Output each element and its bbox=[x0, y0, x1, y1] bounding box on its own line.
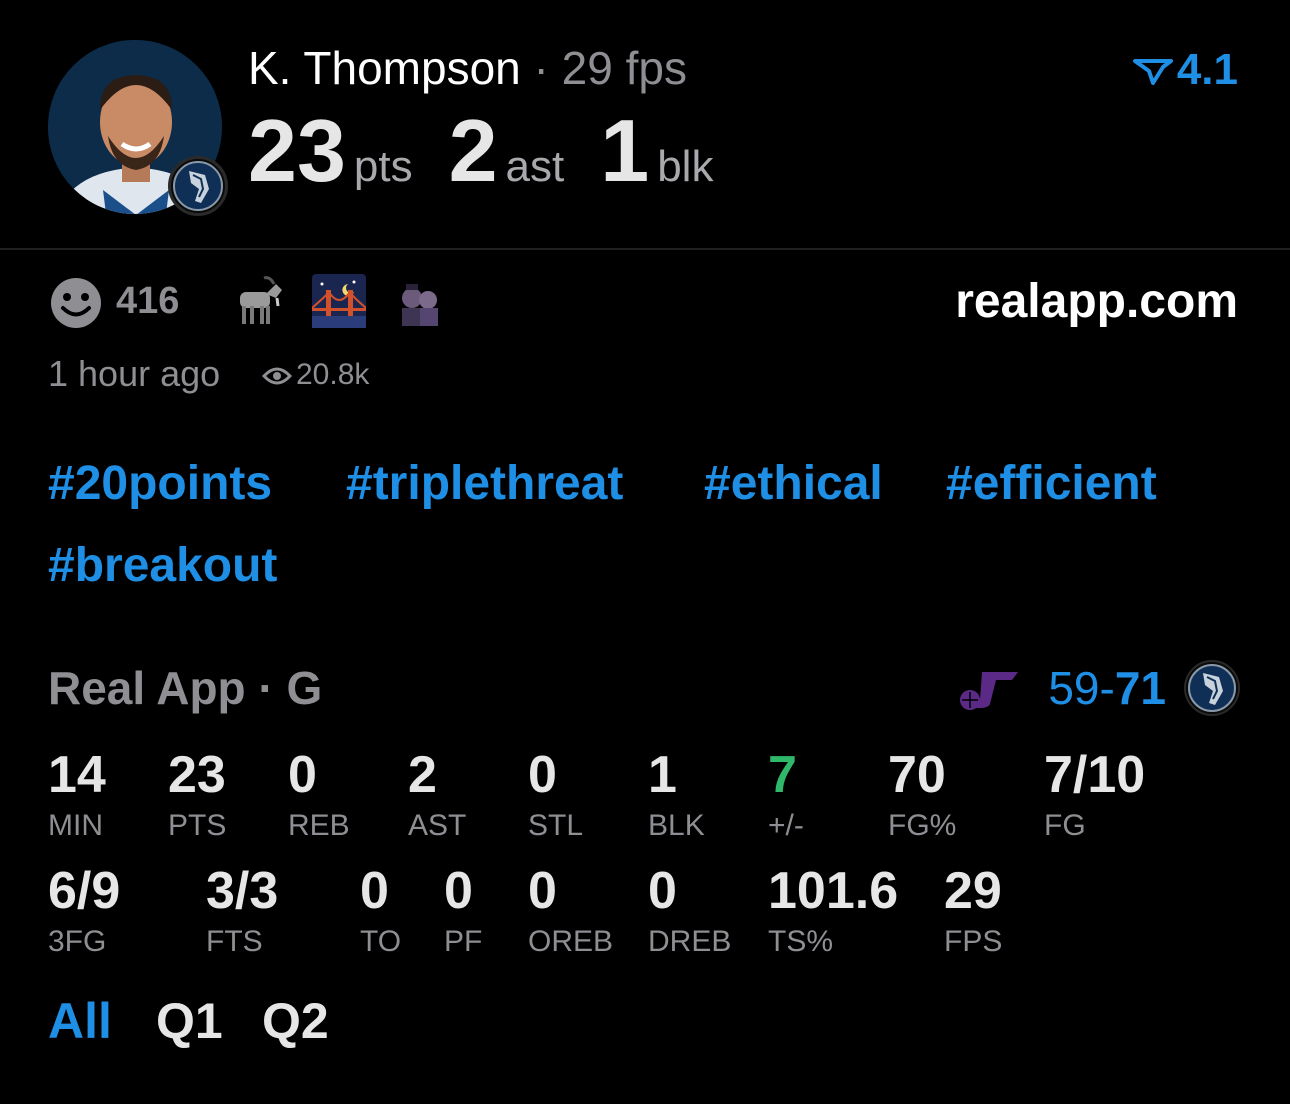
goat-emoji[interactable] bbox=[226, 274, 282, 328]
home-score: 71 bbox=[1114, 662, 1166, 714]
away-score: 59 bbox=[1048, 662, 1100, 714]
view-count: 20.8k bbox=[261, 356, 370, 394]
score-dash: - bbox=[1099, 662, 1115, 714]
stat-value-stl: 0 bbox=[528, 746, 557, 804]
view-count-value: 20.8k bbox=[296, 358, 370, 391]
hashtag[interactable]: #breakout bbox=[48, 538, 277, 594]
stat-label-plus-minus: +/- bbox=[768, 809, 804, 842]
hashtag[interactable]: #efficient bbox=[946, 456, 1157, 512]
stat-label-pf: PF bbox=[444, 925, 483, 958]
stat-value-blk: 1 bbox=[648, 746, 677, 804]
stat-label-to: TO bbox=[360, 925, 402, 958]
stat-value-fg: 7/10 bbox=[1044, 746, 1146, 804]
stat-label-dreb: DREB bbox=[648, 925, 732, 958]
rating-value: 4.1 bbox=[1176, 45, 1238, 94]
stat-label-fg-pct: FG% bbox=[888, 809, 957, 842]
stat-label-stl: STL bbox=[528, 809, 584, 842]
player-name[interactable]: K. Thompson bbox=[248, 42, 521, 94]
hashtag[interactable]: #ethical bbox=[704, 456, 883, 512]
stat-value-to: 0 bbox=[360, 862, 389, 920]
stat-value-fps: 29 bbox=[944, 862, 1002, 920]
headline-stat-value: 1 bbox=[600, 101, 650, 200]
stat-label-3fg: 3FG bbox=[48, 925, 107, 958]
tab-q2[interactable]: Q2 bbox=[262, 992, 329, 1050]
stat-label-fts: FTS bbox=[206, 925, 263, 958]
mavericks-logo-icon bbox=[1184, 660, 1240, 716]
stat-value-3fg: 6/9 bbox=[48, 862, 121, 920]
stat-label-fps: FPS bbox=[944, 925, 1003, 958]
stat-value-reb: 0 bbox=[288, 746, 317, 804]
stat-label-blk: BLK bbox=[648, 809, 705, 842]
league-position: Real App · G bbox=[48, 662, 323, 714]
hashtag[interactable]: #triplethreat bbox=[346, 456, 623, 512]
headline-stat-unit: ast bbox=[505, 142, 565, 191]
title-separator: · bbox=[520, 42, 562, 94]
headline-stat-unit: blk bbox=[657, 142, 714, 191]
reaction-count: 416 bbox=[116, 280, 180, 322]
tab-q1[interactable]: Q1 bbox=[156, 992, 223, 1050]
stat-value-dreb: 0 bbox=[648, 862, 677, 920]
rating-badge[interactable]: 4.1 bbox=[1132, 44, 1238, 96]
stat-value-oreb: 0 bbox=[528, 862, 557, 920]
stat-label-fg: FG bbox=[1044, 809, 1086, 842]
headline-stats: 23 pts 2 ast 1 blk bbox=[248, 106, 749, 196]
smiley-icon[interactable] bbox=[48, 277, 104, 334]
stat-value-ts-pct: 101.6 bbox=[768, 862, 899, 920]
time-ago: 1 hour ago bbox=[48, 353, 221, 394]
player-title: K. Thompson · 29 fps bbox=[248, 40, 687, 96]
headline-stat-value: 2 bbox=[448, 101, 498, 200]
divider bbox=[0, 248, 1290, 250]
stat-value-ast: 2 bbox=[408, 746, 437, 804]
tab-all[interactable]: All bbox=[48, 992, 112, 1050]
headline-stat-unit: pts bbox=[353, 142, 413, 191]
stat-value-fts: 3/3 bbox=[206, 862, 279, 920]
game-score[interactable]: 59-71 bbox=[1048, 660, 1166, 716]
stat-value-min: 14 bbox=[48, 746, 106, 804]
stat-label-ast: AST bbox=[408, 809, 467, 842]
toy-story-emoji[interactable] bbox=[392, 274, 448, 328]
stat-label-pts: PTS bbox=[168, 809, 227, 842]
stat-value-plus-minus: 7 bbox=[768, 746, 797, 804]
site-link[interactable]: realapp.com bbox=[955, 274, 1238, 330]
rating-icon bbox=[1132, 59, 1173, 86]
stat-label-oreb: OREB bbox=[528, 925, 614, 958]
eye-icon bbox=[261, 367, 293, 385]
stat-value-fg-pct: 70 bbox=[888, 746, 946, 804]
hashtag[interactable]: #20points bbox=[48, 456, 272, 512]
stat-value-pts: 23 bbox=[168, 746, 226, 804]
stat-label-min: MIN bbox=[48, 809, 103, 842]
stat-label-ts-pct: TS% bbox=[768, 925, 834, 958]
headline-stat-value: 23 bbox=[248, 101, 346, 200]
jazz-logo-icon bbox=[956, 666, 1020, 715]
golden-gate-bridge-emoji[interactable] bbox=[311, 274, 368, 328]
fps-text: 29 fps bbox=[561, 42, 687, 94]
stat-label-reb: REB bbox=[288, 809, 350, 842]
stat-value-pf: 0 bbox=[444, 862, 473, 920]
mavericks-logo-icon bbox=[168, 156, 228, 216]
